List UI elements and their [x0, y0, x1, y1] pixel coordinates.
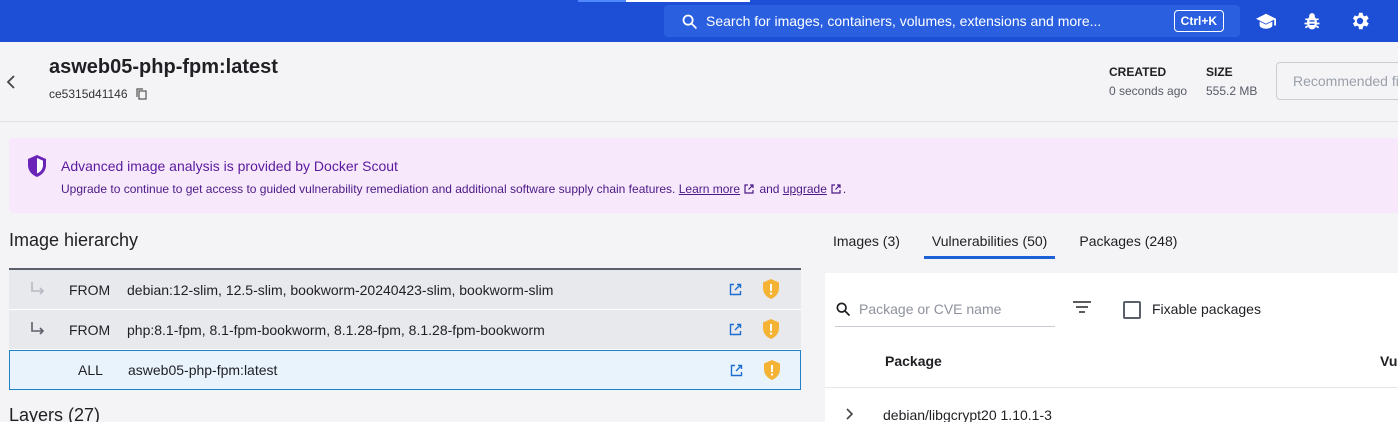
table-header-divider [825, 387, 1398, 388]
fixable-packages-label: Fixable packages [1152, 301, 1261, 317]
learn-more-link[interactable]: Learn more [679, 182, 740, 196]
image-hierarchy-list: FROM debian:12-slim, 12.5-slim, bookworm… [9, 268, 801, 390]
warning-shield-icon [764, 360, 780, 380]
chevron-left-icon [6, 75, 15, 89]
docker-scout-banner: Advanced image analysis is provided by D… [9, 138, 1398, 213]
chevron-right-icon[interactable] [844, 407, 854, 421]
column-header-vulnerabilities[interactable]: Vul [1380, 353, 1398, 369]
created-meta: CREATED 0 seconds ago [1109, 65, 1187, 98]
tab-images[interactable]: Images (3) [825, 226, 908, 258]
branch-arrow-icon [31, 322, 45, 335]
shield-icon [28, 155, 46, 177]
size-meta: SIZE 555.2 MB [1206, 65, 1257, 98]
graduation-cap-icon[interactable] [1254, 9, 1278, 33]
package-search-input[interactable]: Package or CVE name [835, 291, 1055, 327]
created-value: 0 seconds ago [1109, 84, 1188, 98]
warning-shield-icon [763, 279, 779, 299]
search-icon [836, 301, 850, 316]
image-id: ce5315d41146 [49, 87, 128, 101]
external-link-icon [831, 184, 841, 194]
fixable-packages-checkbox[interactable] [1123, 301, 1141, 319]
search-shortcut-badge: Ctrl+K [1173, 10, 1224, 32]
banner-description: Upgrade to continue to get access to gui… [61, 182, 846, 196]
open-external-icon[interactable] [729, 323, 742, 336]
banner-desc-text: Upgrade to continue to get access to gui… [61, 182, 676, 196]
banner-and: and [759, 182, 780, 196]
upgrade-link[interactable]: upgrade [783, 182, 827, 196]
external-link-icon [744, 184, 754, 194]
table-row[interactable]: debian/libgcrypt20 1.10.1-3 [883, 407, 1052, 422]
size-label: SIZE [1206, 65, 1233, 79]
image-header: asweb05-php-fpm:latest ce5315d41146 CREA… [0, 42, 1398, 122]
hierarchy-tags: asweb05-php-fpm:latest [128, 362, 278, 378]
vulnerabilities-panel: Package or CVE name Fixable packages Pac… [825, 273, 1398, 422]
branch-arrow-icon [31, 282, 45, 295]
search-placeholder: Search for images, containers, volumes, … [706, 13, 1102, 29]
search-icon [682, 14, 697, 29]
filter-icon[interactable] [1072, 299, 1092, 315]
open-external-icon[interactable] [730, 364, 743, 377]
back-button[interactable] [3, 70, 19, 94]
top-tab-indicator-active [626, 0, 750, 2]
hierarchy-kind: FROM [69, 321, 111, 338]
hierarchy-tags: php:8.1-fpm, 8.1-fpm-bookworm, 8.1.28-fp… [127, 321, 545, 338]
page-title: asweb05-php-fpm:latest [49, 56, 278, 78]
top-tab-indicator [578, 0, 626, 2]
detail-tabs: Images (3) Vulnerabilities (50) Packages… [825, 226, 1201, 259]
warning-shield-icon [763, 319, 779, 339]
size-value: 555.2 MB [1206, 84, 1258, 98]
recommended-fixes-button[interactable]: Recommended fi [1276, 62, 1398, 100]
hierarchy-kind: ALL [78, 362, 103, 378]
copy-icon[interactable] [135, 88, 147, 100]
hierarchy-row[interactable]: FROM debian:12-slim, 12.5-slim, bookworm… [9, 270, 801, 310]
tab-packages[interactable]: Packages (248) [1071, 226, 1185, 258]
gear-icon[interactable] [1348, 9, 1372, 33]
hierarchy-row[interactable]: FROM php:8.1-fpm, 8.1-fpm-bookworm, 8.1.… [9, 310, 801, 350]
hierarchy-kind: FROM [69, 281, 111, 298]
open-external-icon[interactable] [729, 283, 742, 296]
hierarchy-row-selected[interactable]: ALL asweb05-php-fpm:latest [9, 350, 801, 390]
hierarchy-tags: debian:12-slim, 12.5-slim, bookworm-2024… [127, 281, 554, 298]
layers-title: Layers (27) [9, 405, 101, 422]
image-hierarchy-title: Image hierarchy [9, 230, 139, 250]
top-bar: Search for images, containers, volumes, … [0, 0, 1398, 42]
column-header-package[interactable]: Package [885, 353, 942, 369]
banner-title: Advanced image analysis is provided by D… [61, 158, 398, 174]
image-id-row: ce5315d41146 [49, 87, 147, 101]
tab-vulnerabilities[interactable]: Vulnerabilities (50) [923, 226, 1056, 259]
created-label: CREATED [1109, 65, 1167, 79]
search-placeholder: Package or CVE name [859, 300, 1002, 317]
banner-suffix: . [842, 182, 847, 196]
global-search-bar[interactable]: Search for images, containers, volumes, … [664, 5, 1240, 37]
bug-icon[interactable] [1300, 9, 1324, 33]
